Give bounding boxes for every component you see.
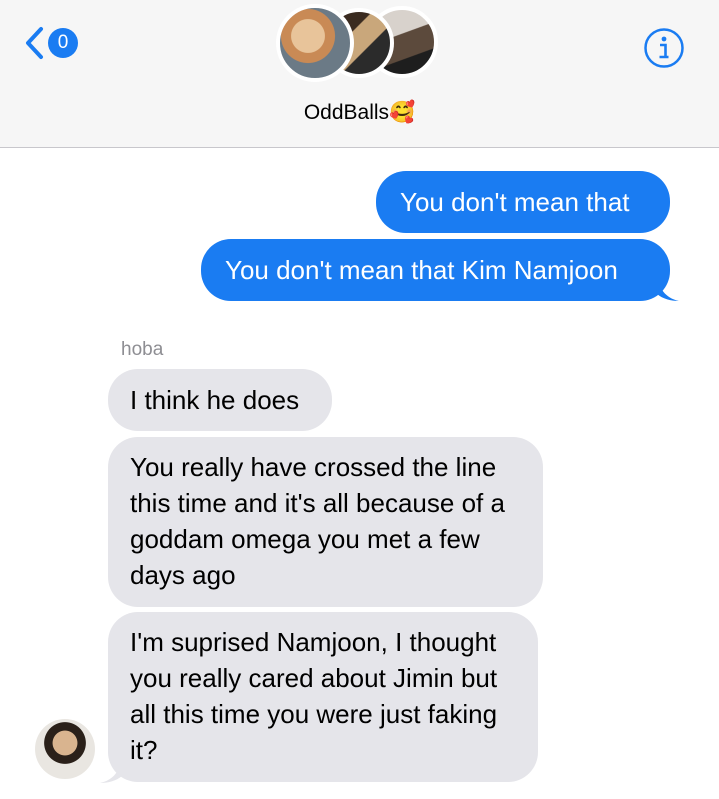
outgoing-message[interactable]: You don't mean that Kim Namjoon: [201, 239, 670, 301]
incoming-message[interactable]: You really have crossed the line this ti…: [108, 437, 543, 607]
sender-name: hoba: [121, 339, 164, 360]
group-avatars[interactable]: [276, 2, 446, 92]
smiling-face-hearts-icon: 🥰: [389, 100, 416, 124]
conversation-header: 0 OddBalls🥰: [0, 0, 719, 148]
unread-count-badge: 0: [48, 28, 78, 58]
avatar: [276, 4, 354, 82]
incoming-message[interactable]: I'm suprised Namjoon, I thought you real…: [108, 612, 538, 782]
chevron-left-icon: [26, 27, 43, 59]
group-title[interactable]: OddBalls🥰: [0, 100, 719, 125]
sender-avatar[interactable]: [35, 719, 95, 779]
info-icon[interactable]: [643, 27, 685, 69]
back-button[interactable]: 0: [24, 26, 78, 60]
group-name-label: OddBalls: [303, 101, 390, 124]
incoming-message[interactable]: I think he does: [108, 369, 332, 431]
bubble-tail: [100, 758, 122, 783]
bubble-tail: [657, 276, 679, 301]
outgoing-message[interactable]: You don't mean that: [376, 171, 670, 233]
